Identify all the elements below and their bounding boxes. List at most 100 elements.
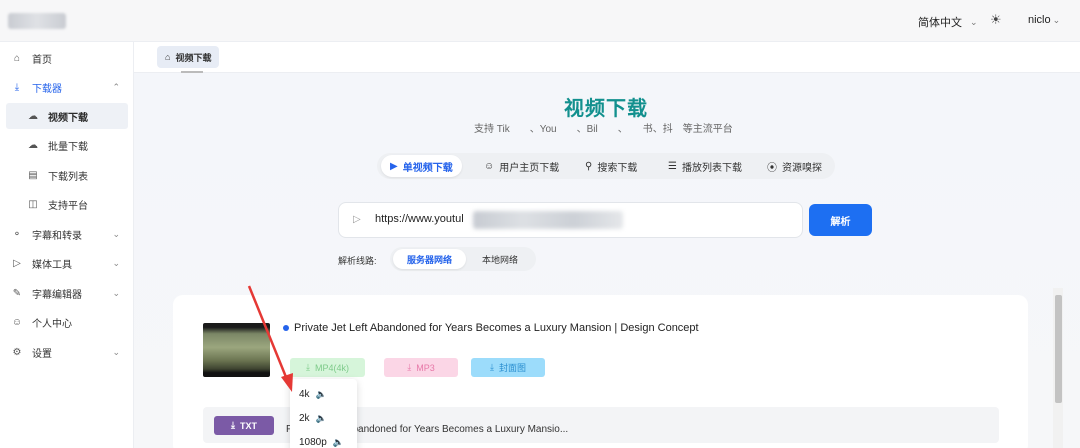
app-logo[interactable] [8,13,66,29]
url-redacted [473,211,623,229]
video-icon: ▶ [390,160,398,172]
home-icon: ⌂ [165,52,171,62]
sidebar-item-label: 个人中心 [32,318,72,330]
home-icon: ⌂ [13,52,21,64]
chevron-down-icon: ⌄ [970,16,978,27]
search-icon: ⚲ [585,160,593,172]
cube-icon: ◫ [28,198,38,210]
sidebar-item-label: 下载器 [32,83,62,95]
cloud-icon: ☁ [28,110,38,122]
sidebar-item-media-tools[interactable]: ▷ 媒体工具 ⌄ [0,250,134,276]
sidebar-item-label: 字幕编辑器 [32,289,82,301]
sidebar-item-home[interactable]: ⌂ 首页 [0,45,134,71]
scrollbar-thumb[interactable] [1055,295,1062,403]
cloud-icon: ☁ [28,139,38,151]
username: niclo [1028,14,1051,26]
chevron-down-icon: ⌄ [112,257,120,268]
sidebar-item-profile[interactable]: ☺ 个人中心 [0,309,134,335]
sidebar-item-video-download[interactable]: ☁ 视频下载 [6,103,128,129]
quality-label: 1080p [299,437,327,448]
quality-option-2k[interactable]: 2k 🔈 [299,413,327,424]
format-label: MP3 [416,362,435,373]
chevron-up-icon: ⌃ [112,81,120,92]
mode-label: 搜索下载 [597,162,638,174]
format-label: 封面图 [498,363,526,373]
sidebar-item-settings[interactable]: ⚙ 设置 ⌄ [0,339,134,365]
chevron-down-icon: ⌄ [112,346,120,357]
sidebar-item-label: 字幕和转录 [32,230,82,242]
download-icon: ⤓ [306,362,310,372]
status-dot [283,325,289,331]
sidebar-item-platforms[interactable]: ◫ 支持平台 [0,191,134,217]
video-thumbnail [203,323,270,377]
mode-user-profile[interactable]: ☺ 用户主页下载 [475,155,568,177]
sidebar-item-label: 媒体工具 [32,259,72,271]
download-icon: ⤓ [490,362,494,372]
mp4-download-button[interactable]: ⤓ MP4(4k) [290,358,365,377]
video-title: Private Jet Left Abandoned for Years Bec… [294,322,699,334]
user-menu[interactable]: niclo ⌄ [1028,14,1060,26]
sidebar-item-label: 首页 [32,54,52,66]
download-icon: ⤓ [407,362,412,372]
chevron-down-icon: ⌄ [112,287,120,298]
txt-download-button[interactable]: ⤓ TXT [214,416,274,435]
speaker-icon: 🔈 [315,413,327,423]
video-icon: ▷ [353,214,361,225]
user-icon: ☺ [484,160,495,172]
video-icon: ▷ [13,257,21,269]
mode-search[interactable]: ⚲ 搜索下载 [576,155,646,177]
route-selector: 服务器网络 本地网络 [390,247,536,271]
route-label: 解析线路: [338,256,377,266]
speaker-icon: 🔈 [315,389,327,399]
tab-label: 视频下载 [175,52,212,63]
quality-dropdown: 4k 🔈 2k 🔈 1080p 🔈 [290,379,357,448]
gear-icon: ⚙ [12,346,22,358]
language-label: 简体中文 [918,17,962,29]
sidebar-item-download-list[interactable]: ▤ 下载列表 [0,162,134,188]
sidebar-item-batch-download[interactable]: ☁ 批量下载 [0,132,134,158]
sun-icon[interactable]: ☀ [990,12,1002,28]
mode-label: 用户主页下载 [499,162,560,174]
download-icon: ⤓ [14,81,20,93]
page-title: 视频下载 [564,98,648,120]
chevron-down-icon: ⌄ [1052,14,1061,25]
sidebar-item-subtitle-editor[interactable]: ✎ 字幕编辑器 ⌄ [0,280,134,306]
cover-download-button[interactable]: ⤓ 封面图 [471,358,545,377]
txt-label: TXT [239,420,257,431]
user-icon: ☺ [11,316,23,328]
download-icon: ⤓ [231,420,235,430]
mp3-download-button[interactable]: ⤓ MP3 [384,358,458,377]
sidebar-item-subtitles[interactable]: ⚬ 字幕和转录 ⌄ [0,221,134,247]
route-server[interactable]: 服务器网络 [393,249,467,269]
url-value: https://www.youtul [375,213,464,225]
mode-label: 播放列表下载 [681,162,742,174]
tab-bar: ⌂ 视频下载 [134,42,1080,73]
mode-sniffer[interactable]: ⦿ 资源嗅探 [758,155,831,177]
mode-label: 资源嗅探 [782,162,822,174]
route-local[interactable]: 本地网络 [468,249,532,269]
language-selector[interactable]: 简体中文 ⌄ [918,14,978,30]
tab-video-download[interactable]: ⌂ 视频下载 [157,46,220,68]
quality-label: 4k [299,389,310,400]
sidebar-item-label: 设置 [32,348,52,360]
url-input[interactable]: ▷ https://www.youtul [338,202,803,238]
compass-icon: ⦿ [767,162,777,174]
mode-single-video[interactable]: ▶ 单视频下载 [381,155,462,177]
list-icon: ☰ [668,160,677,172]
download-mode-tabs: ▶ 单视频下载 ☺ 用户主页下载 ⚲ 搜索下载 ☰ 播放列表下载 ⦿ 资源嗅探 [377,153,835,179]
sidebar-item-label: 下载列表 [48,171,88,183]
sidebar-item-label: 视频下载 [48,112,88,124]
mode-playlist[interactable]: ☰ 播放列表下载 [659,155,751,177]
speaker-icon: 🔈 [332,437,345,447]
sidebar-item-label: 批量下载 [48,141,88,153]
parse-button[interactable]: 解析 [809,204,872,236]
quality-option-1080p[interactable]: 1080p 🔈 [299,437,344,448]
chevron-down-icon: ⌄ [112,228,120,239]
quality-option-4k[interactable]: 4k 🔈 [299,389,327,400]
quality-label: 2k [299,413,310,424]
page-subtitle: 支持 Tik 、You 、Bil 、 书、抖 等主流平台 [474,124,733,135]
top-bar: 简体中文 ⌄ ☀ niclo ⌄ [0,0,1080,42]
format-label: MP4(4k) [314,362,349,373]
edit-icon: ✎ [12,287,22,299]
sidebar-item-downloader[interactable]: ⤓ 下载器 ⌃ [0,74,134,100]
